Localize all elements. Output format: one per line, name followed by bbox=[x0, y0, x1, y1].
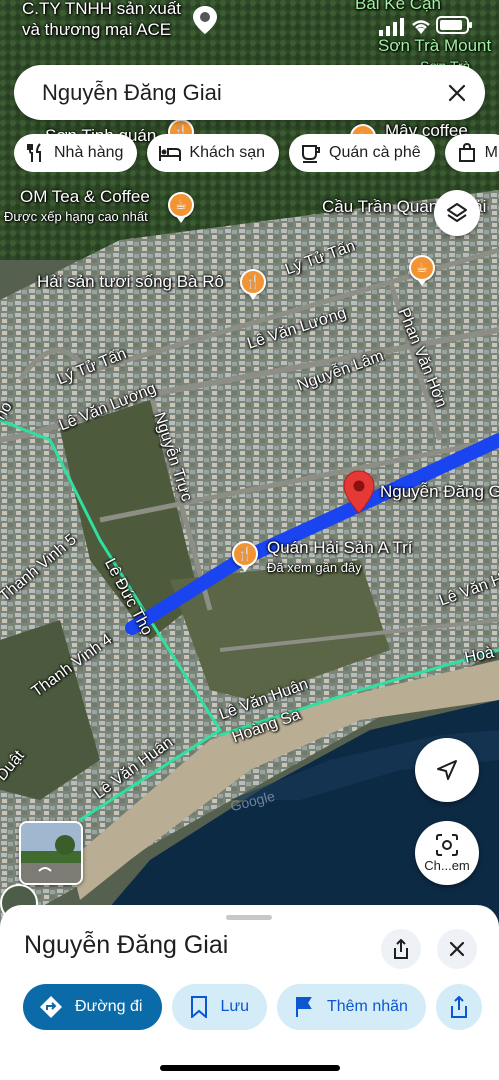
location-pin-icon[interactable] bbox=[343, 470, 375, 514]
home-indicator bbox=[160, 1065, 340, 1071]
street-view-image bbox=[21, 823, 81, 883]
restaurant-icon bbox=[27, 143, 41, 162]
coffee-icon bbox=[302, 145, 320, 163]
chip-cafes[interactable]: Quán cà phê bbox=[289, 134, 435, 172]
lens-camera-icon bbox=[436, 833, 458, 856]
signal-icon bbox=[379, 18, 404, 36]
location-services-icon bbox=[193, 6, 217, 34]
my-location-button[interactable] bbox=[415, 738, 479, 802]
place-label-hai-san-ba-ro[interactable]: Hải sản tươi sống Bà Rô bbox=[37, 272, 224, 292]
flag-icon bbox=[295, 997, 312, 1017]
chip-label: M bbox=[484, 144, 498, 161]
search-query[interactable]: Nguyễn Đăng Giai bbox=[14, 80, 429, 106]
place-sub-om-tea: Được xếp hạng cao nhất bbox=[4, 209, 148, 224]
share-action-button[interactable] bbox=[435, 984, 482, 1030]
chip-label: Nhà hàng bbox=[54, 144, 124, 161]
restaurant-pin-icon[interactable]: 🍴 bbox=[232, 541, 258, 567]
add-label-button[interactable]: Thêm nhãn bbox=[276, 984, 426, 1030]
chip-hotels[interactable]: Khách sạn bbox=[147, 134, 279, 172]
place-sub-quan-hai-san: Đã xem gần đây bbox=[267, 560, 362, 575]
directions-label: Đường đi bbox=[75, 998, 143, 1015]
chip-restaurants[interactable]: Nhà hàng bbox=[14, 134, 138, 172]
close-icon bbox=[448, 84, 466, 101]
hotel-icon bbox=[159, 146, 182, 161]
layers-icon bbox=[447, 203, 467, 222]
action-buttons: Đường đi Lưu Thêm nhãn bbox=[23, 984, 499, 1030]
wifi-icon bbox=[412, 20, 430, 34]
pin-label: Nguyễn Đăng G bbox=[380, 482, 499, 501]
street-view-thumbnail[interactable] bbox=[19, 821, 83, 885]
coffee-pin-icon[interactable]: ☕ bbox=[168, 192, 194, 218]
share-icon bbox=[394, 939, 408, 959]
navigation-arrow-icon bbox=[437, 760, 457, 780]
chip-shopping[interactable]: M bbox=[444, 134, 499, 172]
chip-label: Quán cà phê bbox=[329, 144, 421, 161]
battery-icon bbox=[436, 16, 472, 34]
save-label: Lưu bbox=[220, 998, 249, 1015]
map-label-company: C.TY TNHH sản xuất bbox=[22, 0, 182, 18]
clear-search-button[interactable] bbox=[429, 65, 485, 120]
share-icon bbox=[450, 996, 467, 1018]
place-title: Nguyễn Đăng Giai bbox=[24, 931, 229, 959]
coffee-pin-icon[interactable]: ☕ bbox=[409, 255, 435, 281]
directions-button[interactable]: Đường đi bbox=[23, 984, 163, 1030]
place-sheet: Nguyễn Đăng Giai Đường đi Lưu Thêm nhãn bbox=[0, 905, 499, 1080]
category-chips: Nhà hàng Khách sạn Quán cà phê M bbox=[14, 134, 499, 172]
status-bar: C.TY TNHH sản xuất và thương mại ACE bbox=[0, 0, 499, 50]
layers-button[interactable] bbox=[434, 190, 480, 236]
sheet-drag-handle[interactable] bbox=[226, 915, 272, 920]
lens-label: Ch...em bbox=[424, 857, 470, 873]
save-button[interactable]: Lưu bbox=[172, 984, 267, 1030]
place-label-om-tea[interactable]: OM Tea & Coffee bbox=[20, 187, 150, 207]
directions-icon bbox=[40, 996, 62, 1018]
shopping-bag-icon bbox=[458, 143, 475, 162]
place-label-quan-hai-san[interactable]: Quán Hải Sản A Trí bbox=[267, 538, 413, 558]
close-sheet-button[interactable] bbox=[437, 929, 477, 969]
share-button[interactable] bbox=[381, 929, 421, 969]
add-label-label: Thêm nhãn bbox=[326, 998, 408, 1015]
close-icon bbox=[449, 941, 465, 957]
restaurant-pin-icon[interactable]: 🍴 bbox=[240, 269, 266, 295]
map-label-company-2: và thương mại ACE bbox=[22, 20, 172, 39]
chip-label: Khách sạn bbox=[189, 144, 265, 161]
search-bar[interactable]: Nguyễn Đăng Giai bbox=[14, 65, 485, 120]
lens-button[interactable]: Ch...em bbox=[415, 821, 479, 885]
bookmark-icon bbox=[191, 996, 208, 1018]
